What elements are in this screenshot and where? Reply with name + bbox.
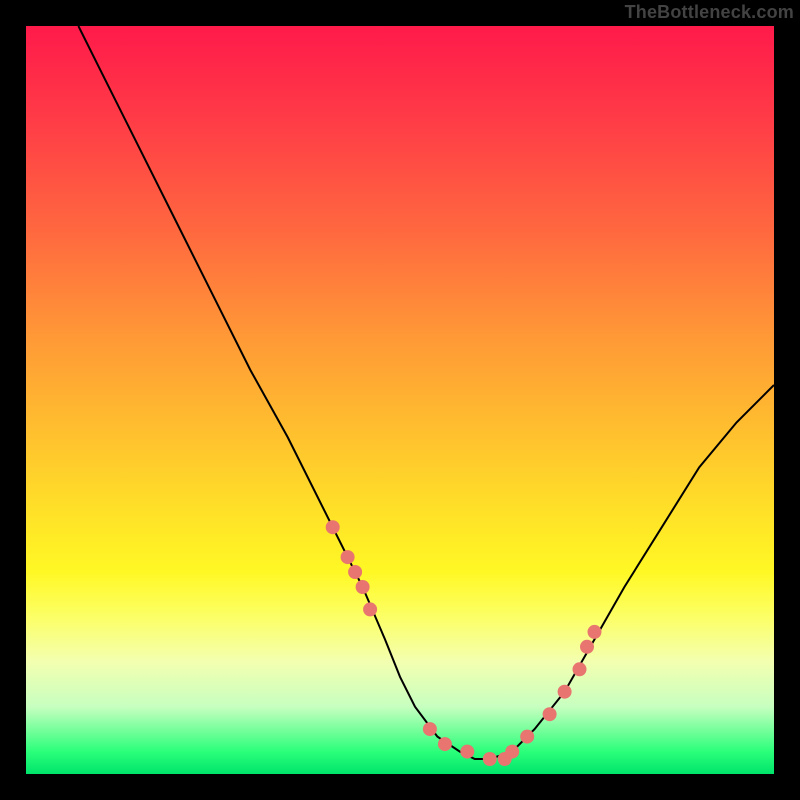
chart-frame: TheBottleneck.com bbox=[0, 0, 800, 800]
bottleneck-curve bbox=[78, 26, 774, 759]
marker-dot-group bbox=[326, 520, 602, 766]
watermark-text: TheBottleneck.com bbox=[625, 2, 794, 23]
marker-dot bbox=[363, 602, 377, 616]
marker-dot bbox=[558, 685, 572, 699]
marker-dot bbox=[356, 580, 370, 594]
marker-dot bbox=[580, 640, 594, 654]
marker-dot bbox=[460, 745, 474, 759]
marker-dot bbox=[588, 625, 602, 639]
marker-dot bbox=[438, 737, 452, 751]
marker-dot bbox=[573, 662, 587, 676]
marker-dot bbox=[348, 565, 362, 579]
chart-svg bbox=[26, 26, 774, 774]
marker-dot bbox=[505, 745, 519, 759]
marker-dot bbox=[423, 722, 437, 736]
marker-dot bbox=[326, 520, 340, 534]
plot-area bbox=[26, 26, 774, 774]
marker-dot bbox=[483, 752, 497, 766]
marker-dot bbox=[543, 707, 557, 721]
marker-dot bbox=[341, 550, 355, 564]
marker-dot bbox=[520, 730, 534, 744]
